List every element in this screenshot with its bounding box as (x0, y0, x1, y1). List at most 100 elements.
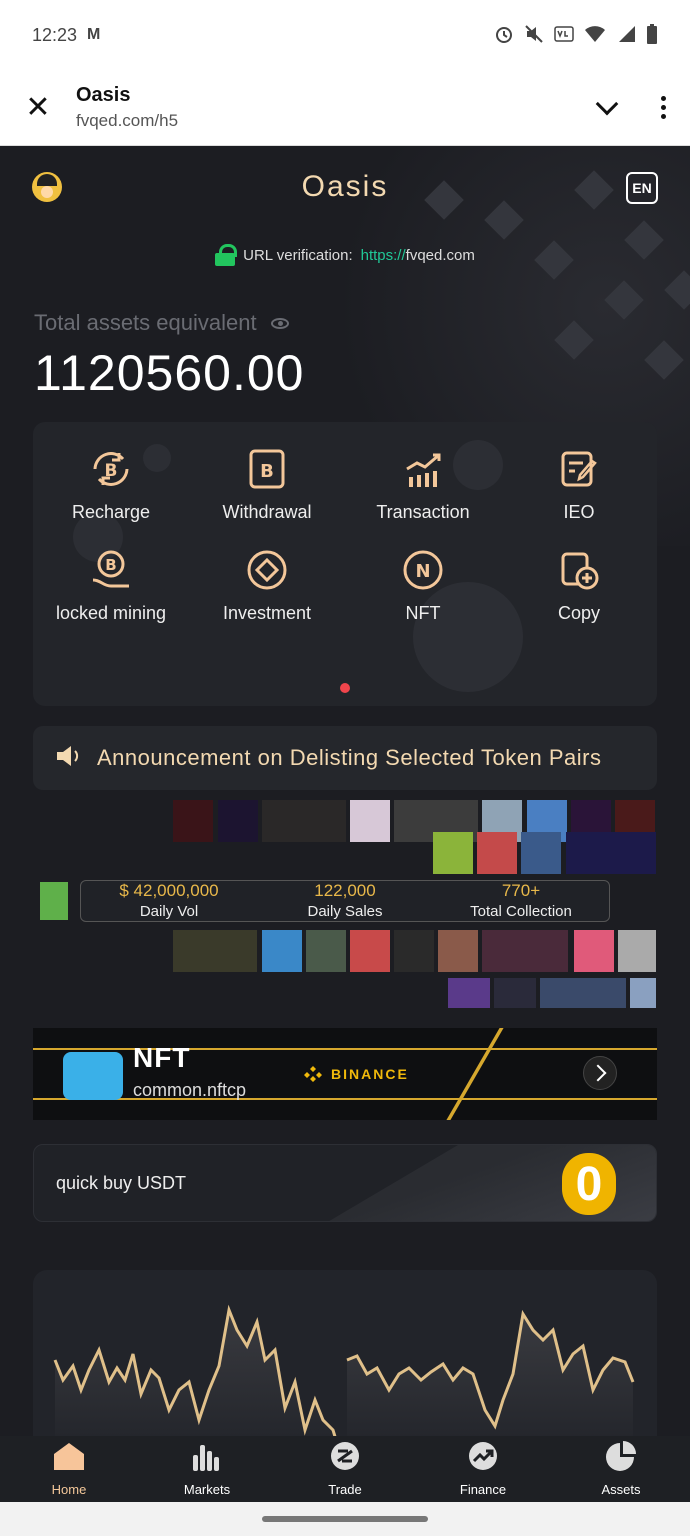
withdrawal-bitcoin-icon: B (244, 446, 290, 492)
total-assets-label: Total assets equivalent (34, 310, 257, 335)
nft-thumbnail[interactable] (40, 882, 68, 920)
markets-icon (190, 1441, 224, 1476)
nft-thumbnail[interactable] (306, 930, 346, 972)
finance-icon (466, 1441, 500, 1476)
nft-thumbnail[interactable] (630, 978, 656, 1008)
mute-icon (524, 24, 544, 47)
nft-thumbnail[interactable] (494, 978, 536, 1008)
tab-label: Home (51, 1482, 87, 1497)
stat-label: Total Collection (470, 903, 572, 920)
total-assets-value: 1120560.00 (34, 345, 305, 401)
nft-thumbnail[interactable] (521, 832, 561, 874)
menu-label: locked mining (55, 603, 167, 623)
total-assets-label-row: Total assets equivalent (34, 310, 289, 336)
banner-logo: NFT (133, 1042, 191, 1073)
browser-url: fvqed.com/h5 (76, 111, 179, 130)
nft-icon: N (400, 547, 446, 593)
nft-thumbnail[interactable] (433, 832, 473, 874)
nft-thumbnail[interactable] (438, 930, 478, 972)
home-icon (52, 1441, 86, 1476)
recharge-bitcoin-icon: B (88, 446, 134, 492)
tab-assets[interactable]: Assets (552, 1436, 690, 1502)
announcement-bar[interactable]: Announcement on Delisting Selected Token… (33, 726, 657, 790)
nft-thumbnail[interactable] (477, 832, 517, 874)
nft-thumbnail[interactable] (540, 978, 626, 1008)
nft-thumbnail[interactable] (448, 978, 490, 1008)
assets-pie-icon (604, 1441, 638, 1476)
url-verification-scheme: https:// (360, 246, 406, 264)
stat-value: 770+ (501, 881, 541, 900)
stat-total-collection: 770+ Total Collection (433, 881, 609, 921)
status-bar: 12:23 M (0, 0, 690, 70)
svg-text:B: B (260, 461, 274, 482)
stat-value: 122,000 (314, 881, 376, 900)
binance-logo: BINANCE (303, 1064, 409, 1084)
menu-item-investment[interactable]: Investment (189, 547, 345, 624)
chevron-down-icon[interactable] (595, 92, 619, 115)
menu-item-withdrawal[interactable]: B Withdrawal (189, 446, 345, 523)
nft-binance-banner[interactable]: NFT common.nftcp BINANCE (33, 1028, 657, 1120)
eye-icon[interactable] (270, 317, 289, 329)
brand-title: Oasis (301, 170, 389, 203)
quick-buy-card[interactable]: quick buy USDT 0 (33, 1144, 657, 1222)
more-menu-icon[interactable] (661, 96, 666, 119)
svg-text:B: B (105, 556, 116, 574)
menu-item-ieo[interactable]: IEO (501, 446, 657, 523)
battery-icon (646, 23, 658, 47)
nft-thumbnail[interactable] (394, 930, 434, 972)
stat-daily-sales: 122,000 Daily Sales (257, 881, 433, 921)
url-verification: URL verification: https://fvqed.com (0, 244, 690, 266)
stat-value: $ 42,000,000 (119, 881, 219, 900)
nft-thumbnail[interactable] (173, 930, 257, 972)
menu-item-transaction[interactable]: Transaction (345, 446, 501, 523)
language-button[interactable]: EN (626, 172, 658, 204)
market-chart-card (33, 1270, 657, 1436)
app-page: Oasis EN URL verification: https://fvqed… (0, 146, 690, 1436)
wifi-icon (584, 25, 606, 46)
quick-buy-label: quick buy USDT (56, 1173, 187, 1193)
menu-label: Copy (557, 603, 601, 623)
menu-item-recharge[interactable]: B Recharge (33, 446, 189, 523)
price-sparkline (53, 1304, 635, 1436)
close-icon[interactable]: ✕ (24, 90, 52, 125)
ieo-document-icon (556, 446, 602, 492)
menu-label: Withdrawal (222, 502, 312, 522)
banner-next-button[interactable] (583, 1056, 617, 1090)
nft-thumbnail-strip (0, 930, 690, 972)
banner-subtitle: common.nftcp (133, 1080, 247, 1100)
transaction-chart-icon (400, 446, 446, 492)
browser-toolbar: ✕ Oasis fvqed.com/h5 (0, 70, 690, 146)
carrier-icon: M (87, 26, 101, 43)
system-gesture-bar (0, 1502, 690, 1536)
nft-cube-icon (63, 1052, 123, 1100)
nft-thumbnail[interactable] (350, 930, 390, 972)
stat-daily-vol: $ 42,000,000 Daily Vol (81, 881, 257, 921)
coin-icon: 0 (562, 1153, 616, 1215)
nft-thumbnail[interactable] (618, 930, 656, 972)
browser-title-block: Oasis fvqed.com/h5 (76, 84, 178, 131)
bottom-tab-bar: Home Markets Trade Finance Assets (0, 1436, 690, 1502)
menu-item-nft[interactable]: N NFT (345, 547, 501, 624)
menu-label: Transaction (376, 502, 470, 522)
nft-thumbnail[interactable] (482, 930, 568, 972)
svg-text:B: B (105, 461, 118, 481)
tab-label: Markets (183, 1482, 231, 1497)
menu-item-locked-mining[interactable]: B locked mining (33, 547, 189, 624)
nft-thumbnail[interactable] (566, 832, 656, 874)
stat-label: Daily Sales (307, 903, 383, 920)
tab-finance[interactable]: Finance (414, 1436, 552, 1502)
volte-icon (554, 24, 574, 47)
tab-home[interactable]: Home (0, 1436, 138, 1502)
tab-trade[interactable]: Trade (276, 1436, 414, 1502)
speaker-icon (55, 744, 83, 773)
home-gesture-handle[interactable] (262, 1516, 428, 1522)
quick-menu-card: B Recharge B Withdrawal Transaction IEO … (33, 422, 657, 706)
investment-icon (244, 547, 290, 593)
nft-stats: $ 42,000,000 Daily Vol 122,000 Daily Sal… (80, 880, 610, 922)
menu-item-copy[interactable]: Copy (501, 547, 657, 624)
nft-thumbnail[interactable] (574, 930, 614, 972)
menu-label: Investment (222, 603, 312, 623)
tab-markets[interactable]: Markets (138, 1436, 276, 1502)
menu-label: Recharge (71, 502, 151, 522)
nft-thumbnail[interactable] (262, 930, 302, 972)
